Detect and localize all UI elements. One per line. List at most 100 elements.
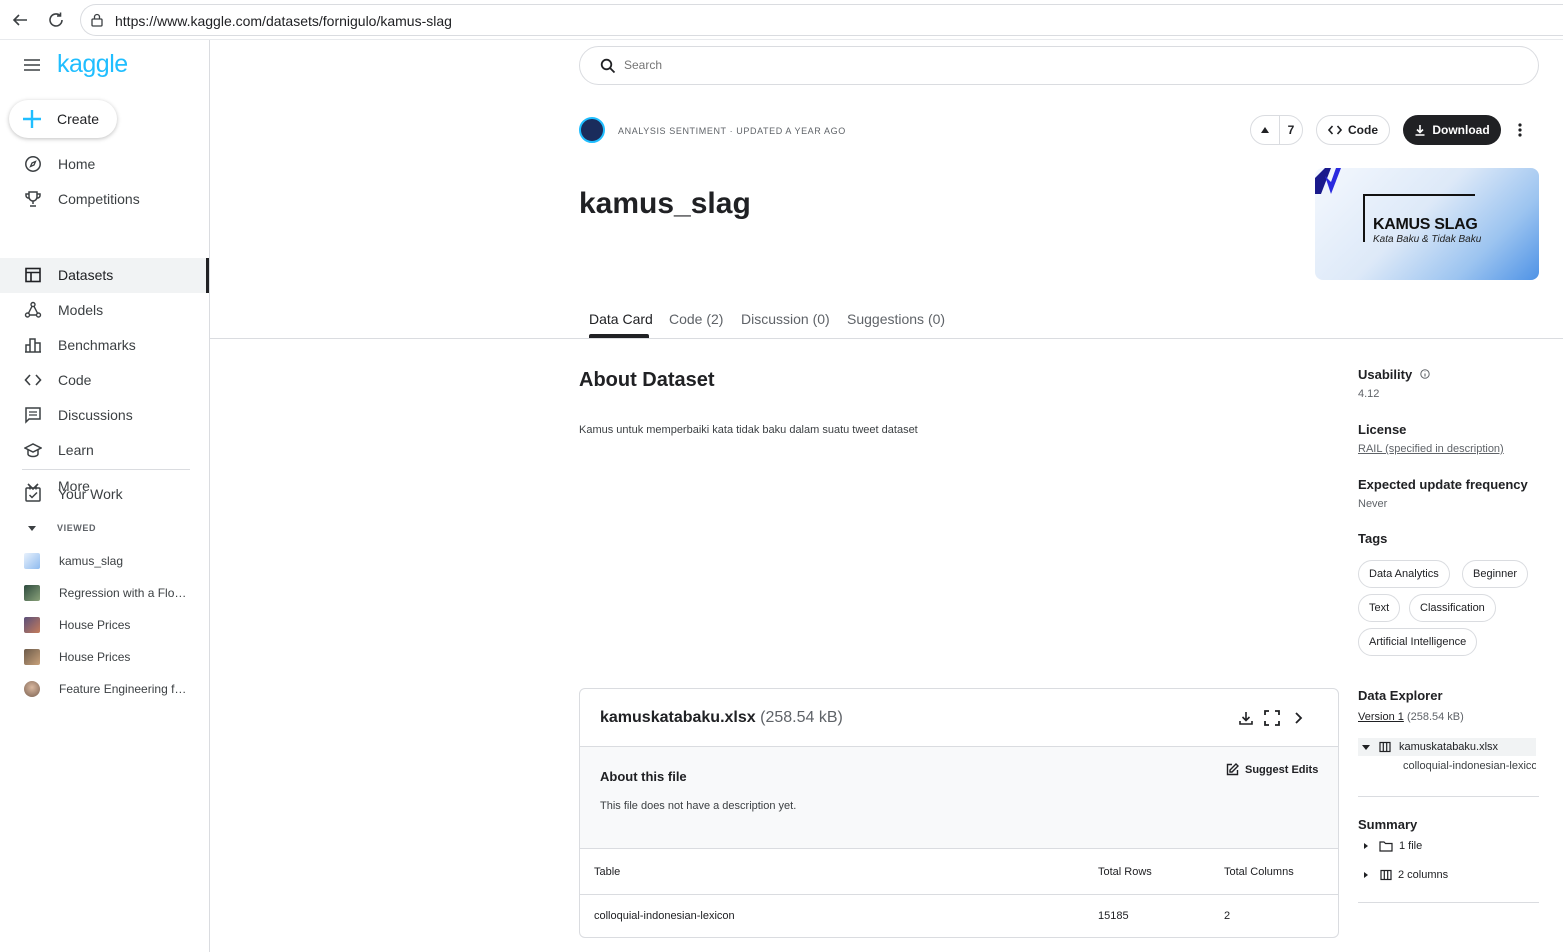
summary-heading: Summary: [1358, 817, 1418, 832]
code-button[interactable]: Code: [1316, 115, 1390, 145]
create-button[interactable]: Create: [9, 100, 117, 138]
tab-discussion[interactable]: Discussion (0): [741, 311, 830, 327]
school-icon: [24, 443, 42, 458]
tab-code[interactable]: Code (2): [669, 311, 723, 327]
tree-item-sheet[interactable]: colloquial-indonesian-lexicon: [1358, 757, 1536, 775]
folder-icon: [1379, 841, 1393, 852]
tag-chip[interactable]: Artificial Intelligence: [1358, 628, 1478, 656]
file-about-text: This file does not have a description ye…: [600, 800, 797, 812]
search-bar[interactable]: [579, 46, 1539, 85]
search-input[interactable]: [624, 58, 1504, 72]
suggest-edits-label: Suggest Edits: [1245, 763, 1319, 776]
hamburger-icon: [24, 59, 40, 71]
sidebar: kaggle Create Home Competitions Datasets…: [0, 40, 210, 952]
sidebar-item-competitions[interactable]: Competitions: [0, 182, 209, 217]
file-about-heading: About this file: [600, 769, 687, 784]
sidebar-item-home[interactable]: Home: [0, 147, 209, 182]
plus-icon: [23, 110, 41, 128]
kaggle-logo[interactable]: kaggle: [57, 50, 128, 79]
viewed-item[interactable]: kamus_slag: [0, 547, 209, 575]
section-divider: [1358, 902, 1539, 903]
tab-data-card[interactable]: Data Card: [589, 311, 653, 327]
file-size: (258.54 kB): [760, 709, 843, 726]
sidebar-item-discussions[interactable]: Discussions: [0, 398, 209, 433]
vote-count[interactable]: 7: [1280, 123, 1302, 137]
usability-label: Usability: [1358, 367, 1413, 382]
download-button[interactable]: Download: [1403, 115, 1501, 145]
site-info-icon[interactable]: [90, 13, 104, 27]
menu-button[interactable]: [24, 59, 40, 71]
tag-chip[interactable]: Data Analytics: [1358, 560, 1450, 588]
sidebar-item-label: Benchmarks: [58, 337, 136, 353]
sidebar-item-benchmarks[interactable]: Benchmarks: [0, 328, 209, 363]
sidebar-item-label: Your Work: [58, 486, 123, 502]
viewed-item-label: kamus_slag: [59, 554, 124, 568]
version-link[interactable]: Version 1: [1358, 711, 1404, 723]
models-icon: [24, 301, 42, 318]
competition-thumbnail: [24, 617, 40, 633]
file-actions: [1238, 710, 1306, 726]
download-icon[interactable]: [1238, 710, 1254, 726]
browser-toolbar: https://www.kaggle.com/datasets/fornigul…: [0, 0, 1563, 40]
tabs-divider: [210, 338, 1563, 339]
tab-suggestions[interactable]: Suggestions (0): [847, 311, 945, 327]
back-button[interactable]: [8, 8, 32, 32]
caret-up-icon: [1261, 127, 1269, 133]
sidebar-item-label: Datasets: [58, 267, 114, 283]
tag-chip[interactable]: Beginner: [1462, 560, 1529, 588]
info-icon[interactable]: [1420, 368, 1430, 379]
sidebar-item-learn[interactable]: Learn: [0, 433, 209, 468]
sidebar-item-label: Learn: [58, 442, 94, 458]
more-vert-icon: [1518, 123, 1522, 137]
upvote-control: 7: [1250, 115, 1303, 145]
more-options-button[interactable]: [1511, 118, 1529, 142]
about-heading: About Dataset: [579, 369, 715, 391]
reload-button[interactable]: [44, 8, 68, 32]
trophy-icon: [25, 191, 41, 207]
table-row[interactable]: colloquial-indonesian-lexicon 15185 2: [580, 895, 1338, 937]
competition-thumbnail: [24, 585, 40, 601]
sidebar-item-datasets[interactable]: Datasets: [0, 258, 209, 293]
download-icon: [1415, 125, 1425, 136]
sidebar-item-code[interactable]: Code: [0, 363, 209, 398]
sidebar-item-models[interactable]: Models: [0, 293, 209, 328]
compass-icon: [25, 156, 41, 172]
dataset-thumbnail: [24, 553, 40, 569]
tree-item-file[interactable]: kamuskatabaku.xlsx: [1358, 738, 1536, 756]
chevron-right-icon[interactable]: [1290, 710, 1306, 726]
frequency-value: Never: [1358, 498, 1388, 510]
fullscreen-icon[interactable]: [1264, 710, 1280, 726]
arrow-left-icon: [12, 14, 27, 26]
file-card: kamuskatabaku.xlsx (258.54 kB) About thi…: [579, 688, 1339, 938]
viewed-item[interactable]: House Prices: [0, 611, 209, 639]
your-work-icon: [25, 486, 41, 502]
sidebar-item-your-work[interactable]: Your Work: [0, 477, 209, 512]
banner-logo-icon: [1315, 168, 1341, 194]
table-icon: [1379, 741, 1391, 753]
table-header-cell: Total Columns: [1224, 866, 1294, 878]
owner-avatar[interactable]: [579, 117, 605, 143]
usability-heading: Usability: [1358, 367, 1430, 382]
table-cell: colloquial-indonesian-lexicon: [594, 910, 735, 922]
url-text[interactable]: https://www.kaggle.com/datasets/fornigul…: [115, 13, 452, 29]
viewed-item[interactable]: Regression with a Flood Prediction Datas…: [0, 579, 209, 607]
summary-columns-row[interactable]: 2 columns: [1358, 866, 1448, 884]
viewed-label: VIEWED: [57, 523, 97, 533]
table-icon: [25, 267, 41, 283]
version-size: (258.54 kB): [1406, 711, 1464, 723]
sidebar-item-label: Competitions: [58, 191, 140, 207]
address-bar[interactable]: https://www.kaggle.com/datasets/fornigul…: [80, 4, 1563, 36]
viewed-item[interactable]: House Prices: [0, 643, 209, 671]
upvote-button[interactable]: [1251, 116, 1280, 144]
sidebar-divider: [22, 469, 190, 470]
reload-icon: [49, 12, 63, 27]
tag-chip[interactable]: Classification: [1409, 594, 1496, 622]
tag-chip[interactable]: Text: [1358, 594, 1401, 622]
table-cell: 2: [1224, 910, 1231, 922]
bar-chart-icon: [25, 338, 41, 353]
viewed-item[interactable]: Feature Engineering for House Prices: [0, 675, 209, 703]
license-link[interactable]: RAIL (specified in description): [1358, 443, 1504, 455]
viewed-item-label: Feature Engineering for House Prices: [59, 682, 191, 696]
summary-files-row[interactable]: 1 file: [1358, 837, 1422, 855]
suggest-edits-button[interactable]: Suggest Edits: [1226, 763, 1318, 776]
